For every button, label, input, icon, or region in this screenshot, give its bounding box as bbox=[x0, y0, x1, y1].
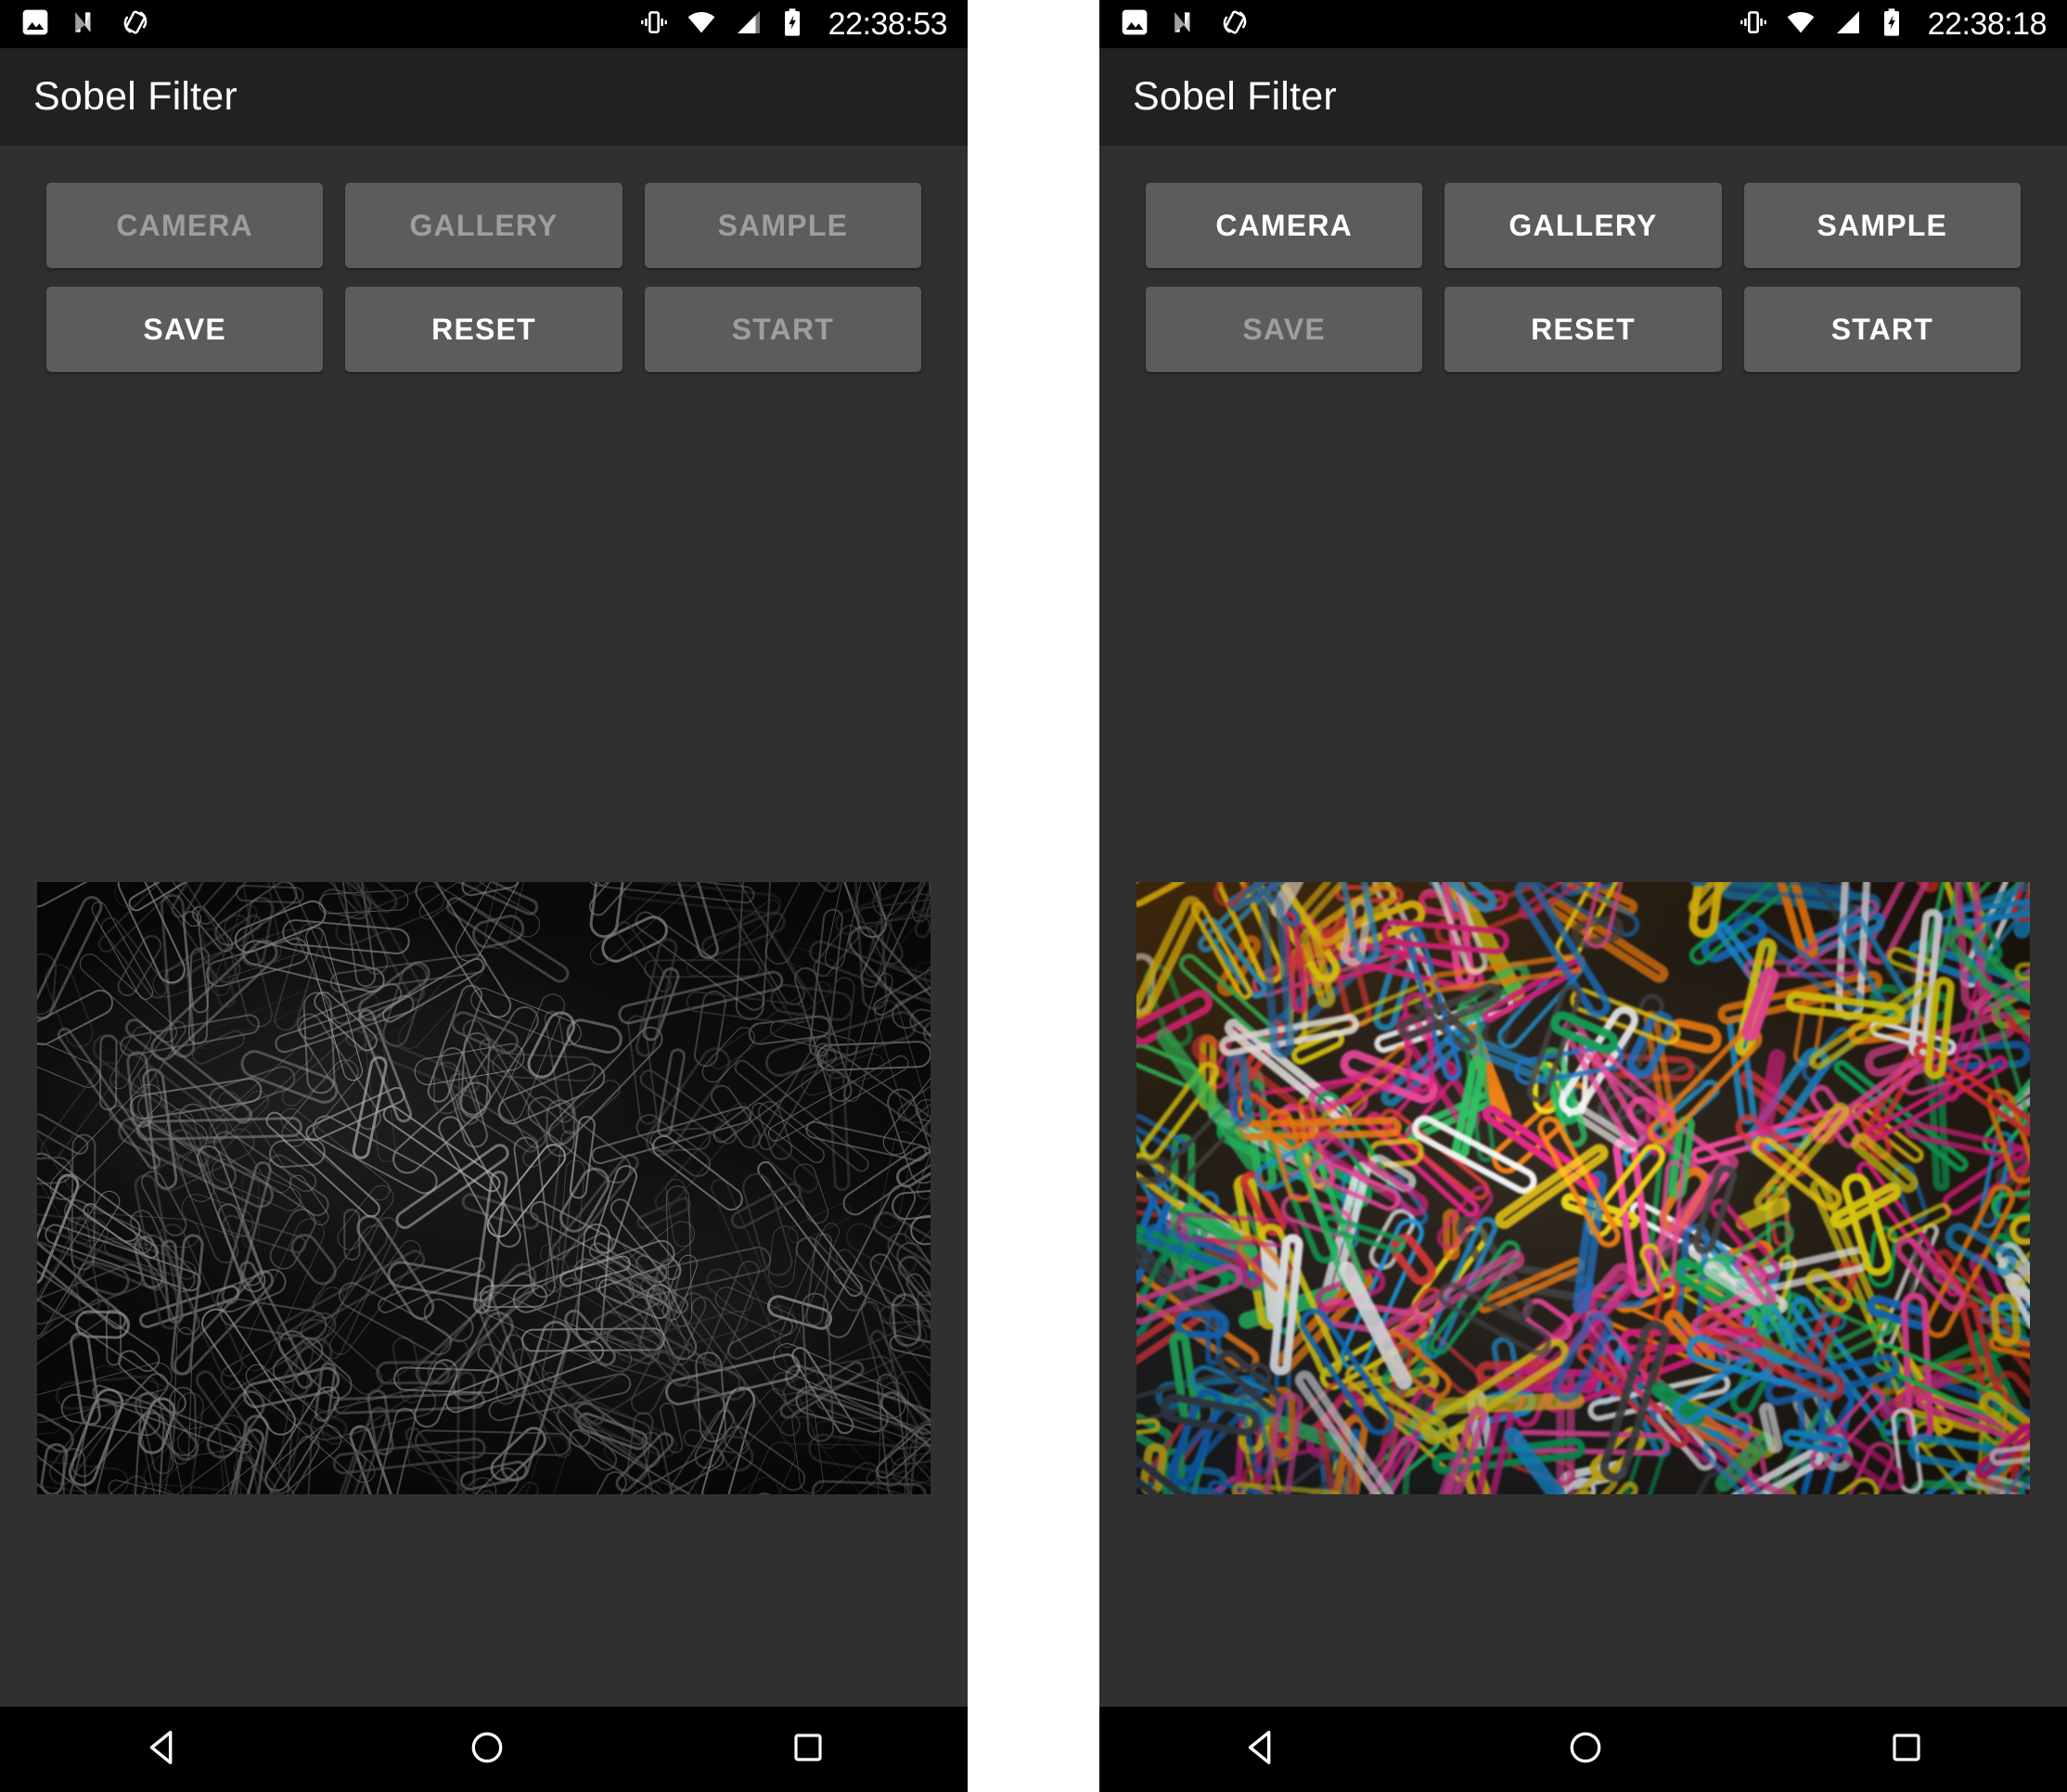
auto-rotate-icon bbox=[121, 7, 150, 42]
reset-button[interactable]: RESET bbox=[345, 287, 623, 372]
back-icon[interactable] bbox=[1240, 1726, 1283, 1773]
home-icon[interactable] bbox=[1566, 1728, 1605, 1772]
dual-screenshot-stage: 22:38:53 Sobel Filter CAMERA GALLERY SAM… bbox=[0, 0, 2067, 1792]
photo-icon bbox=[1120, 7, 1149, 42]
sample-button[interactable]: SAMPLE bbox=[1743, 183, 2021, 268]
save-button[interactable]: SAVE bbox=[1145, 287, 1423, 372]
vibrate-icon bbox=[1739, 7, 1768, 42]
back-icon[interactable] bbox=[142, 1726, 185, 1773]
status-bar-left-icons bbox=[20, 7, 150, 42]
image-preview-area bbox=[0, 372, 968, 1707]
start-button[interactable]: START bbox=[644, 287, 922, 372]
gallery-button[interactable]: GALLERY bbox=[1444, 183, 1722, 268]
navigation-bar bbox=[0, 1707, 969, 1792]
battery-charging-icon bbox=[1880, 7, 1904, 42]
color-paperclips-image bbox=[1136, 882, 2030, 1494]
vibrate-icon bbox=[639, 7, 669, 42]
screen-content: CAMERA GALLERY SAMPLE SAVE RESET START bbox=[0, 146, 969, 1707]
status-bar-right-icons: 22:38:18 bbox=[1739, 6, 2048, 42]
sample-button[interactable]: SAMPLE bbox=[644, 183, 922, 268]
image-preview-area bbox=[1099, 372, 2067, 1707]
reset-button[interactable]: RESET bbox=[1444, 287, 1722, 372]
start-button[interactable]: START bbox=[1743, 287, 2021, 372]
status-bar-right-icons: 22:38:53 bbox=[639, 6, 948, 42]
button-grid: CAMERA GALLERY SAMPLE SAVE RESET START bbox=[0, 146, 968, 372]
image-preview-sobel[interactable] bbox=[37, 882, 931, 1494]
button-row-top: CAMERA GALLERY SAMPLE bbox=[1145, 183, 2021, 268]
cell-signal-icon bbox=[1833, 7, 1863, 42]
home-icon[interactable] bbox=[468, 1728, 507, 1772]
panel-gutter bbox=[1012, 0, 1055, 1792]
button-grid: CAMERA GALLERY SAMPLE SAVE RESET START bbox=[1099, 146, 2067, 372]
cell-signal-icon bbox=[734, 7, 764, 42]
camera-button[interactable]: CAMERA bbox=[1145, 183, 1423, 268]
android-nougat-icon bbox=[1170, 7, 1200, 42]
image-preview-color[interactable] bbox=[1136, 882, 2030, 1494]
battery-charging-icon bbox=[780, 7, 804, 42]
screen-content: CAMERA GALLERY SAMPLE SAVE RESET START bbox=[1098, 146, 2067, 1707]
camera-button[interactable]: CAMERA bbox=[46, 183, 324, 268]
recents-icon[interactable] bbox=[1888, 1729, 1925, 1771]
status-bar: 22:38:53 bbox=[0, 0, 969, 48]
auto-rotate-icon bbox=[1220, 7, 1250, 42]
button-row-bottom: SAVE RESET START bbox=[46, 287, 922, 372]
save-button[interactable]: SAVE bbox=[46, 287, 324, 372]
app-title: Sobel Filter bbox=[1132, 74, 1337, 119]
photo-icon bbox=[20, 7, 50, 42]
recents-icon[interactable] bbox=[790, 1729, 827, 1771]
right-phone-screen: 22:38:18 Sobel Filter CAMERA GALLERY SAM… bbox=[1098, 0, 2067, 1792]
gallery-button[interactable]: GALLERY bbox=[345, 183, 623, 268]
status-bar-left-icons bbox=[1120, 7, 1250, 42]
button-row-bottom: SAVE RESET START bbox=[1145, 287, 2021, 372]
android-nougat-icon bbox=[71, 7, 100, 42]
wifi-icon bbox=[686, 7, 717, 42]
wifi-icon bbox=[1785, 7, 1817, 42]
button-row-top: CAMERA GALLERY SAMPLE bbox=[46, 183, 922, 268]
status-bar-clock: 22:38:18 bbox=[1927, 6, 2048, 42]
app-title: Sobel Filter bbox=[33, 74, 238, 119]
sobel-edge-image bbox=[37, 882, 931, 1494]
status-bar-clock: 22:38:53 bbox=[828, 6, 948, 42]
action-bar: Sobel Filter bbox=[0, 48, 969, 146]
navigation-bar bbox=[1098, 1707, 2067, 1792]
status-bar: 22:38:18 bbox=[1098, 0, 2067, 48]
action-bar: Sobel Filter bbox=[1098, 48, 2067, 146]
left-phone-screen: 22:38:53 Sobel Filter CAMERA GALLERY SAM… bbox=[0, 0, 969, 1792]
